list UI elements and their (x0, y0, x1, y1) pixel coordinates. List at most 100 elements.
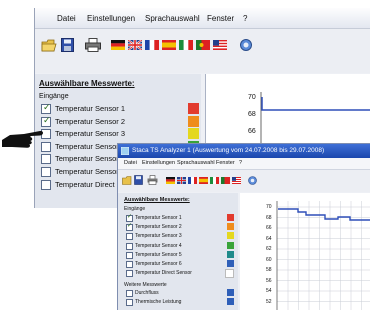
usa-flag-icon[interactable] (213, 40, 227, 50)
y-tick-label: 52 (266, 298, 272, 305)
sensor-row[interactable]: ✓ Temperatur Sensor 1 (41, 102, 199, 115)
sensor-label: Durchfluss (135, 290, 159, 296)
sensor-checkbox[interactable] (126, 242, 133, 250)
germany-flag-icon[interactable] (111, 40, 125, 50)
measurement-panel: Auswählbare Messwerte: Eingänge ✓ Tempera… (118, 193, 238, 310)
menu-fenster[interactable]: Fenster (216, 160, 235, 166)
sensor-row[interactable]: ✓ Temperatur Sensor 2 (126, 223, 236, 232)
open-folder-icon[interactable] (41, 39, 57, 52)
toolbar (35, 29, 370, 73)
sensor-label: Temperatur Sensor 2 (135, 224, 182, 231)
menu-sprachauswahl[interactable]: Sprachauswahl (145, 14, 200, 23)
sensor-color-swatch (227, 260, 234, 267)
sensor-checkbox[interactable] (126, 270, 133, 278)
chart-area: 70 68 66 64 62 60 58 56 54 52 (240, 193, 370, 310)
spain-flag-icon[interactable] (199, 177, 208, 184)
uk-flag-icon[interactable] (177, 177, 186, 184)
sensor-color-swatch (188, 115, 199, 127)
sensor-row[interactable]: ✓ Temperatur Sensor 1 (126, 214, 236, 222)
sensor-color-swatch (227, 289, 234, 296)
sensor-color-swatch (227, 241, 234, 249)
sensor-color-swatch (227, 232, 234, 240)
group-label: Eingänge (124, 206, 146, 212)
sensor-checkbox[interactable] (41, 154, 51, 165)
sensor-checkbox[interactable]: ✓ (126, 223, 133, 232)
window-title-bar: Staca TS Analyzer 1 (Auswertung vom 24.0… (118, 144, 370, 158)
menu-sprachauswahl[interactable]: Sprachauswahl (177, 160, 215, 166)
sensor-checkbox[interactable] (126, 251, 133, 259)
sensor-row[interactable]: Temperatur Sensor 3 (126, 232, 236, 241)
y-tick-label: 70 (266, 204, 272, 210)
sensor-row[interactable]: Thermische Leistung (126, 298, 236, 306)
checkmark-icon: ✓ (43, 102, 51, 112)
y-tick-label: 64 (266, 235, 272, 242)
pointing-hand-icon (2, 130, 43, 148)
sensor-checkbox[interactable] (41, 167, 51, 177)
open-folder-icon[interactable] (122, 176, 132, 185)
menu-bar: Datei Einstellungen Sprachauswahl Fenste… (35, 8, 370, 29)
sensor-color-swatch (227, 250, 234, 258)
y-tick-label: 58 (266, 267, 272, 273)
italy-flag-icon[interactable] (179, 40, 193, 50)
sensor-color-swatch (225, 269, 234, 279)
france-flag-icon[interactable] (188, 177, 197, 184)
menu-datei[interactable]: Datei (124, 160, 137, 166)
sensor-label: Temperatur Sensor 2 (55, 116, 126, 126)
sensor-row[interactable]: Temperatur Sensor 6 (126, 260, 236, 268)
toolbar (118, 170, 370, 192)
sensor-label: Temperatur Sensor 6 (55, 167, 126, 176)
sensor-label: Temperatur Sensor 4 (135, 242, 182, 249)
y-tick-label: 62 (266, 246, 272, 252)
sensor-checkbox[interactable] (126, 290, 133, 297)
group-label: Eingänge (39, 93, 69, 100)
y-tick-label: 56 (266, 277, 272, 284)
sensor-label: Temperatur Sensor 5 (55, 154, 126, 164)
y-tick-label: 68 (266, 214, 272, 221)
sensor-label: Temperatur Sensor 5 (135, 251, 182, 258)
group-label-2: Weitere Messwerte (124, 282, 167, 288)
usa-flag-icon[interactable] (232, 177, 241, 184)
save-icon[interactable] (61, 38, 74, 52)
menu-datei[interactable]: Datei (57, 14, 76, 23)
y-tick-label: 54 (266, 288, 272, 294)
sensor-checkbox[interactable] (126, 233, 133, 241)
portugal-flag-icon[interactable] (196, 40, 210, 50)
menu-einstellungen[interactable]: Einstellungen (142, 160, 175, 166)
menu-help[interactable]: ? (243, 14, 247, 23)
germany-flag-icon[interactable] (166, 177, 175, 184)
menu-fenster[interactable]: Fenster (207, 14, 234, 23)
panel-title: Auswählbare Messwerte: (39, 79, 135, 88)
sensor-checkbox[interactable] (126, 299, 133, 306)
sensor-row[interactable]: Durchfluss (126, 289, 236, 297)
save-icon[interactable] (134, 175, 143, 185)
checkmark-icon: ✓ (127, 214, 133, 220)
print-icon[interactable] (85, 38, 101, 52)
menu-einstellungen[interactable]: Einstellungen (87, 14, 135, 23)
sensor-row[interactable]: Temperatur Sensor 5 (126, 250, 236, 259)
spain-flag-icon[interactable] (162, 40, 176, 50)
sensor-checkbox[interactable]: ✓ (41, 102, 51, 114)
sensor-checkbox[interactable] (126, 261, 133, 268)
help-icon[interactable] (248, 176, 257, 185)
uk-flag-icon[interactable] (128, 40, 142, 50)
italy-flag-icon[interactable] (210, 177, 219, 184)
y-tick-label: 66 (266, 225, 272, 231)
sensor-label: Thermische Leistung (135, 299, 182, 305)
portugal-flag-icon[interactable] (221, 177, 230, 184)
menu-help[interactable]: ? (239, 160, 242, 166)
sensor-row[interactable]: Temperatur Direct Sensor (126, 269, 236, 279)
sensor-row[interactable]: Temperatur Sensor 3 (41, 128, 199, 140)
sensor-color-swatch (227, 298, 234, 305)
app-icon (121, 147, 129, 155)
sensor-checkbox[interactable] (41, 179, 51, 190)
print-icon[interactable] (147, 175, 158, 185)
sensor-row[interactable]: ✓ Temperatur Sensor 2 (41, 115, 199, 128)
france-flag-icon[interactable] (145, 40, 159, 50)
sensor-row[interactable]: Temperatur Sensor 4 (126, 241, 236, 250)
sensor-checkbox[interactable]: ✓ (126, 214, 133, 222)
menu-bar: Datei Einstellungen Sprachauswahl Fenste… (118, 158, 370, 170)
sensor-label: Temperatur Sensor 6 (135, 261, 182, 267)
sensor-label: Temperatur Sensor 3 (55, 129, 126, 139)
help-icon[interactable] (240, 39, 252, 51)
sensor-color-swatch (227, 214, 234, 221)
